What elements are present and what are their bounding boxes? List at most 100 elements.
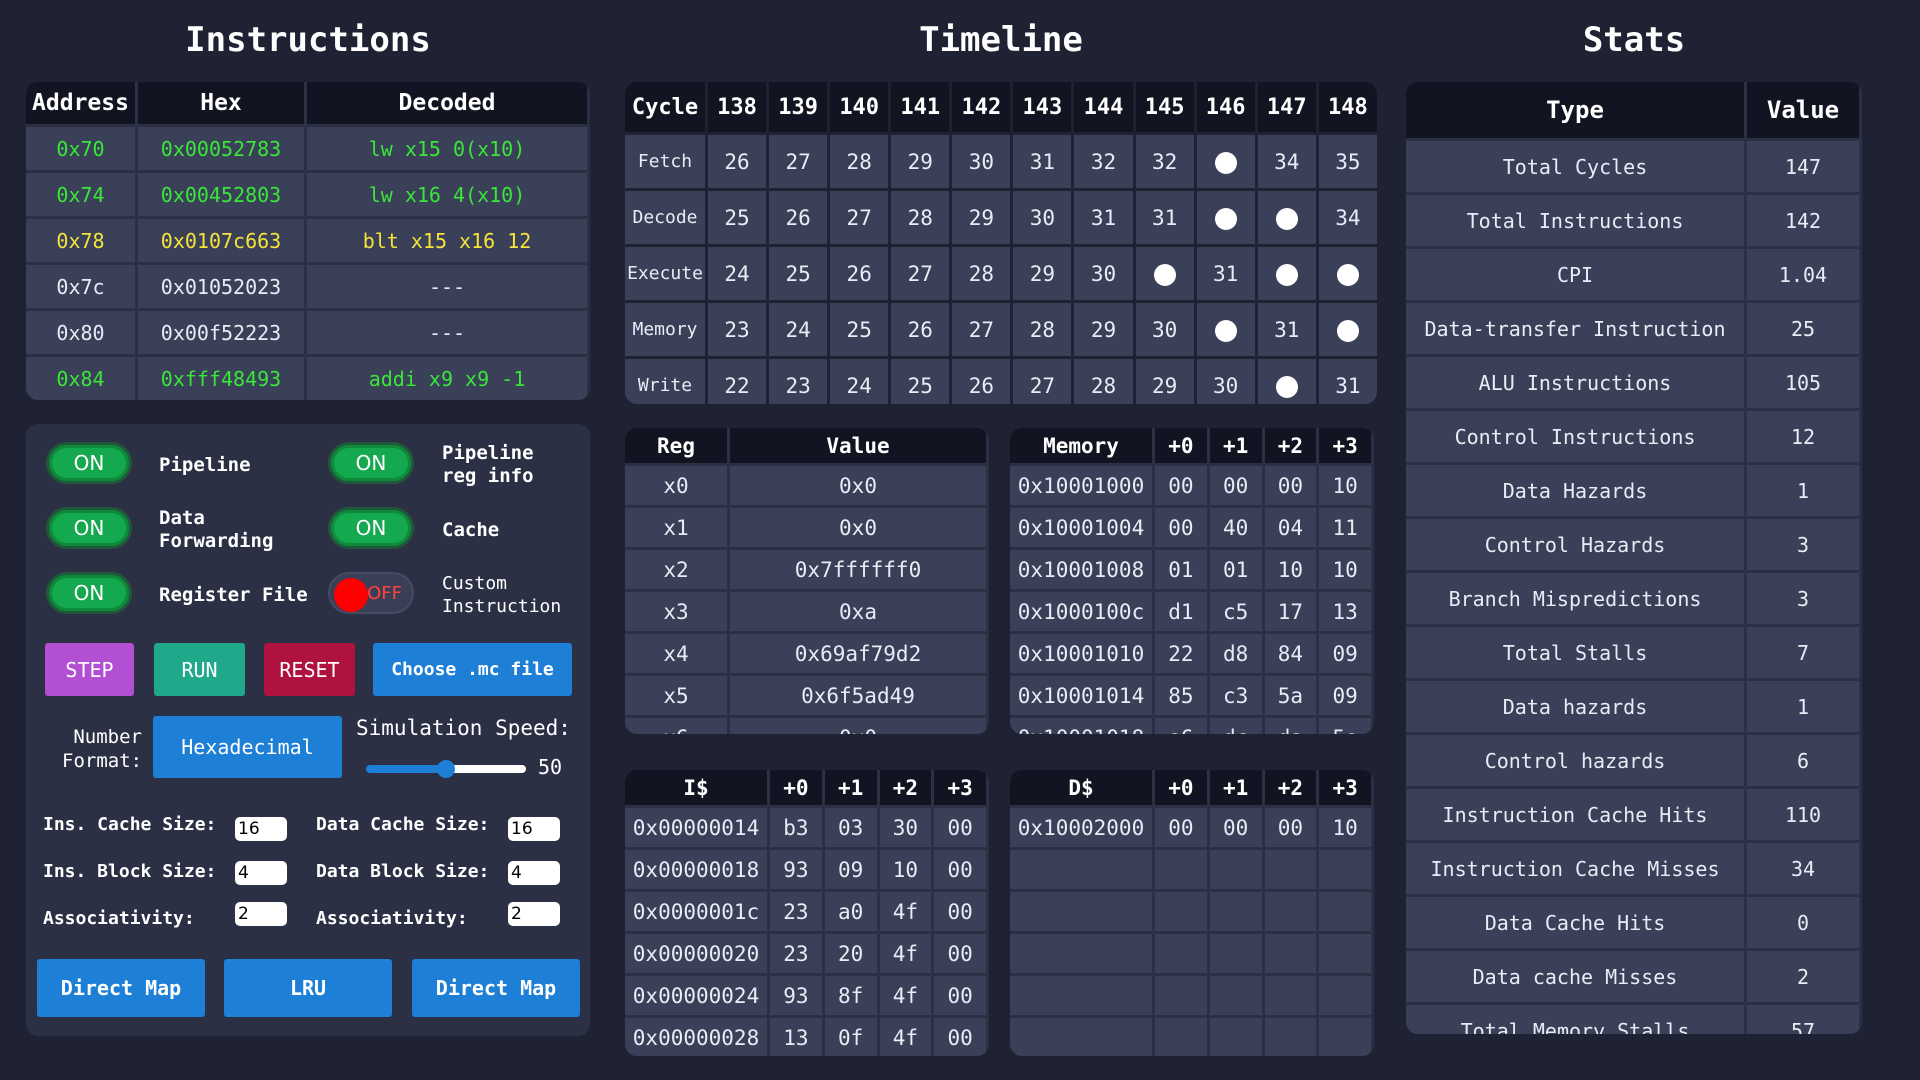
- table-cell: 0x00000024: [625, 976, 767, 1015]
- timeline-cell: 25: [708, 191, 767, 244]
- timeline-cell: 27: [952, 303, 1011, 356]
- ins-associativity-input[interactable]: 2: [235, 902, 287, 926]
- address-cell: 0x84: [26, 357, 135, 400]
- cycle-number: 144: [1074, 82, 1133, 132]
- ins-block-size-input[interactable]: 4: [235, 861, 287, 885]
- table-cell: 10: [1319, 808, 1371, 847]
- timeline-cell: 35: [1318, 135, 1377, 188]
- table-cell: c5: [1209, 592, 1262, 631]
- table-row[interactable]: 0x74 0x00452803 lw x16 4(x10): [26, 173, 587, 216]
- table-cell: 0xa: [730, 592, 986, 631]
- table-cell: [1264, 976, 1317, 1015]
- table-cell: [1264, 1018, 1317, 1056]
- number-format-select[interactable]: Hexadecimal: [153, 716, 342, 778]
- table-cell: c3: [1209, 676, 1262, 715]
- timeline-cell: 28: [830, 135, 889, 188]
- table-cell: 20: [824, 934, 877, 973]
- register-file-toggle[interactable]: ON: [46, 572, 132, 614]
- table-row[interactable]: 0x80 0x00f52223 ---: [26, 311, 587, 354]
- timeline-cell: [1196, 303, 1255, 356]
- bubble-dot-icon: [1275, 375, 1298, 398]
- table-row[interactable]: 0x7c 0x01052023 ---: [26, 265, 587, 308]
- column-header: +0: [1155, 770, 1207, 805]
- data-associativity-label: Associativity:: [316, 908, 468, 929]
- reset-button[interactable]: RESET: [264, 643, 355, 696]
- data-forwarding-toggle[interactable]: ON: [46, 507, 132, 549]
- stage-label: Write: [625, 359, 705, 404]
- pipeline-toggle[interactable]: ON: [46, 442, 132, 484]
- timeline-cell: [1257, 191, 1316, 244]
- timeline-cell: 27: [891, 247, 950, 300]
- column-header: +0: [1155, 428, 1207, 463]
- step-button[interactable]: STEP: [45, 643, 134, 696]
- table-cell: 00: [934, 976, 986, 1015]
- column-header: +1: [1209, 770, 1262, 805]
- cycle-number: 148: [1318, 82, 1377, 132]
- data-cache-size-input[interactable]: 16: [508, 817, 560, 841]
- toggle-off-text: OFF: [367, 582, 402, 604]
- table-cell: 85: [1155, 676, 1207, 715]
- custom-instruction-toggle[interactable]: OFF: [328, 572, 414, 614]
- table-row[interactable]: 0x84 0xfff48493 addi x9 x9 -1: [26, 357, 587, 400]
- data-associativity-input[interactable]: 2: [508, 902, 560, 926]
- run-button[interactable]: RUN: [154, 643, 245, 696]
- stage-row: Decode 25 26 27 28 29 30 31 31 34: [625, 191, 1377, 244]
- replacement-policy-button[interactable]: LRU: [224, 959, 392, 1017]
- table-row[interactable]: 0x70 0x00052783 lw x15 0(x10): [26, 127, 587, 170]
- stat-value: 147: [1747, 141, 1859, 192]
- col-type: Type: [1406, 82, 1744, 138]
- table-cell: x5: [625, 676, 727, 715]
- timeline-cell: 29: [891, 135, 950, 188]
- cache-toggle[interactable]: ON: [328, 507, 414, 549]
- table-row: 0x10001010 22 d8 84 09: [1010, 634, 1371, 673]
- timeline-cell: 24: [708, 247, 767, 300]
- choose-file-button[interactable]: Choose .mc file: [373, 643, 572, 696]
- table-cell: 09: [1319, 634, 1371, 673]
- table-cell: 00: [1264, 808, 1317, 847]
- table-row: [1010, 976, 1371, 1015]
- memory-header-row: Memory +0 +1 +2 +3: [1010, 428, 1371, 463]
- table-cell: 0x6f5ad49: [730, 676, 986, 715]
- speed-slider-thumb[interactable]: [437, 760, 455, 778]
- icache-policy-button[interactable]: Direct Map: [37, 959, 205, 1017]
- dcache-policy-button[interactable]: Direct Map: [412, 959, 580, 1017]
- table-row: [1010, 1018, 1371, 1056]
- table-cell: [1155, 1018, 1207, 1056]
- table-cell: a0: [824, 892, 877, 931]
- stat-type: Instruction Cache Hits: [1406, 789, 1744, 840]
- stats-row: ALU Instructions 105: [1406, 357, 1859, 408]
- column-header: D$: [1010, 770, 1152, 805]
- table-cell: [1319, 850, 1371, 889]
- col-hex: Hex: [138, 82, 304, 124]
- table-cell: [1264, 850, 1317, 889]
- decoded-cell: ---: [307, 311, 587, 354]
- table-cell: 0x0: [730, 718, 986, 734]
- column-header: +3: [1319, 428, 1371, 463]
- table-cell: 0x0000001c: [625, 892, 767, 931]
- timeline-cell: 31: [1135, 191, 1194, 244]
- table-cell: d1: [1155, 592, 1207, 631]
- table-cell: 23: [770, 892, 822, 931]
- stats-row: Instruction Cache Misses 34: [1406, 843, 1859, 894]
- timeline-cell: [1257, 359, 1316, 404]
- hex-cell: 0x00f52223: [138, 311, 304, 354]
- column-header: +1: [824, 770, 877, 805]
- stat-type: CPI: [1406, 249, 1744, 300]
- cycle-label: Cycle: [625, 82, 705, 132]
- table-cell: 0x10001004: [1010, 508, 1152, 547]
- register-table: Reg Value x0 0x0 x1 0x0 x2 0x7ffffff0 x3 0xa x4 0…: [625, 428, 989, 734]
- table-cell: 10: [1319, 550, 1371, 589]
- table-row[interactable]: 0x78 0x0107c663 blt x15 x16 12: [26, 219, 587, 262]
- column-header: +3: [934, 770, 986, 805]
- pipeline-reg-info-toggle[interactable]: ON: [328, 442, 414, 484]
- timeline-cell: 34: [1318, 191, 1377, 244]
- table-cell: x3: [625, 592, 727, 631]
- table-row: x0 0x0: [625, 466, 986, 505]
- cycle-number: 141: [891, 82, 950, 132]
- stat-value: 1: [1747, 681, 1859, 732]
- table-cell: 0x0: [730, 466, 986, 505]
- data-block-size-input[interactable]: 4: [508, 861, 560, 885]
- ins-cache-size-input[interactable]: 16: [235, 817, 287, 841]
- col-value: Value: [1747, 82, 1859, 138]
- timeline-cell: 30: [1196, 359, 1255, 404]
